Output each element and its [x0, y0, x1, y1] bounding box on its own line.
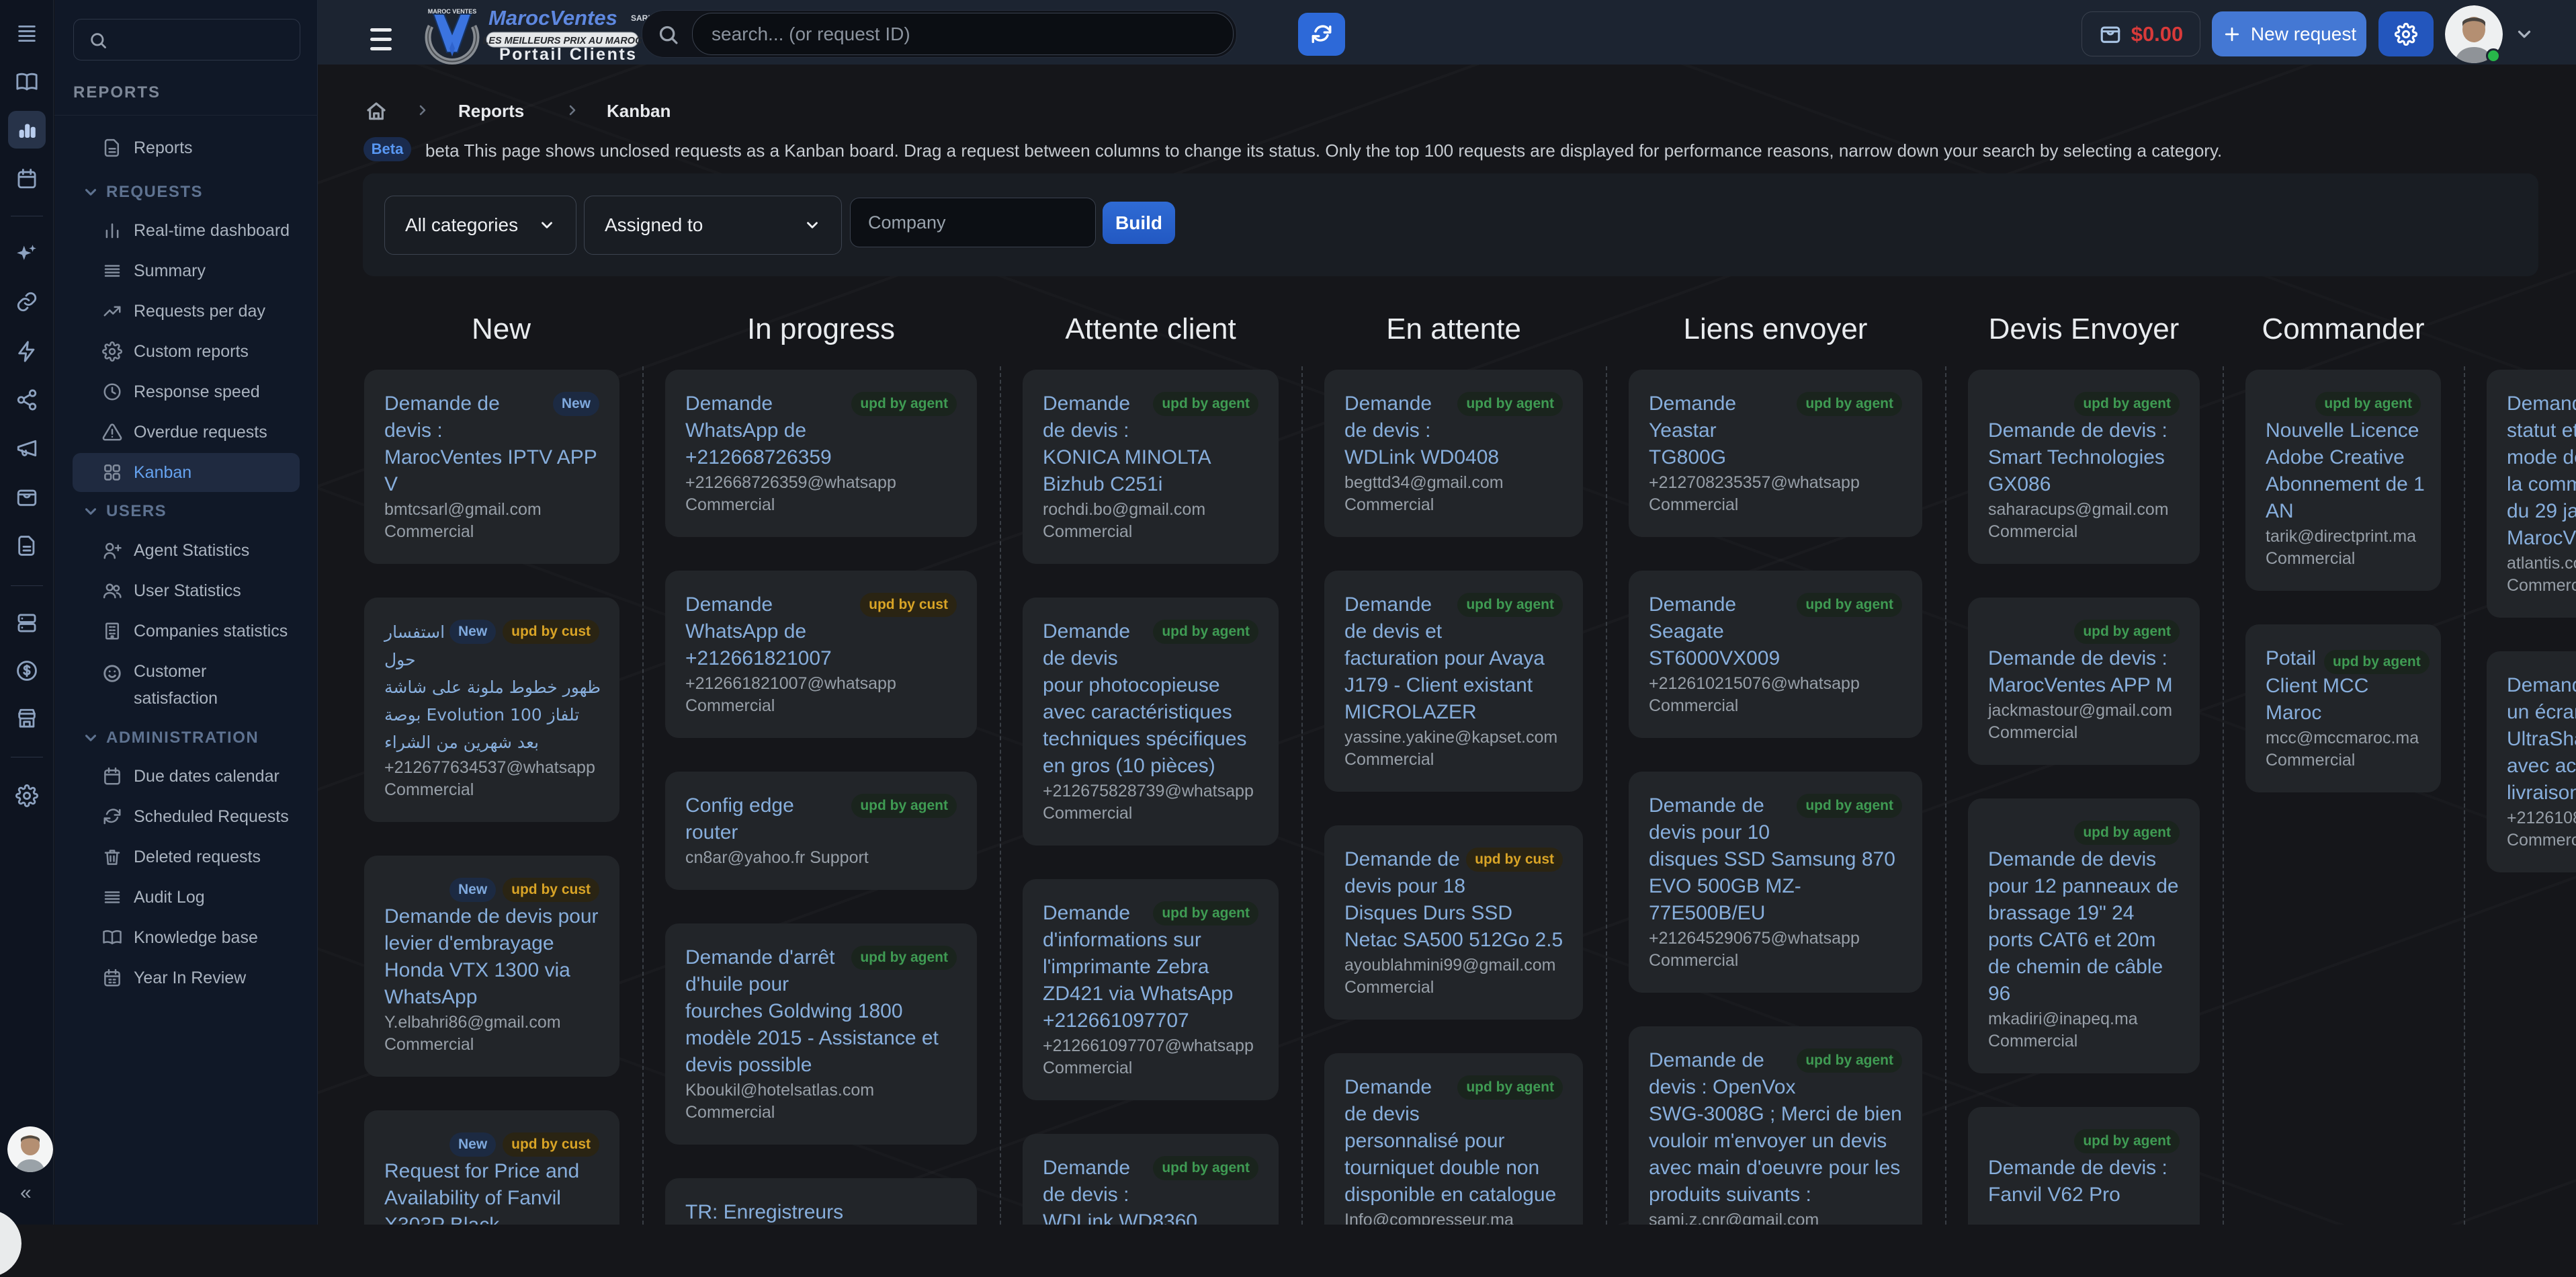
svg-text:MarocVentes: MarocVentes — [488, 6, 617, 30]
svg-text:Portail Clients: Portail Clients — [499, 45, 638, 64]
